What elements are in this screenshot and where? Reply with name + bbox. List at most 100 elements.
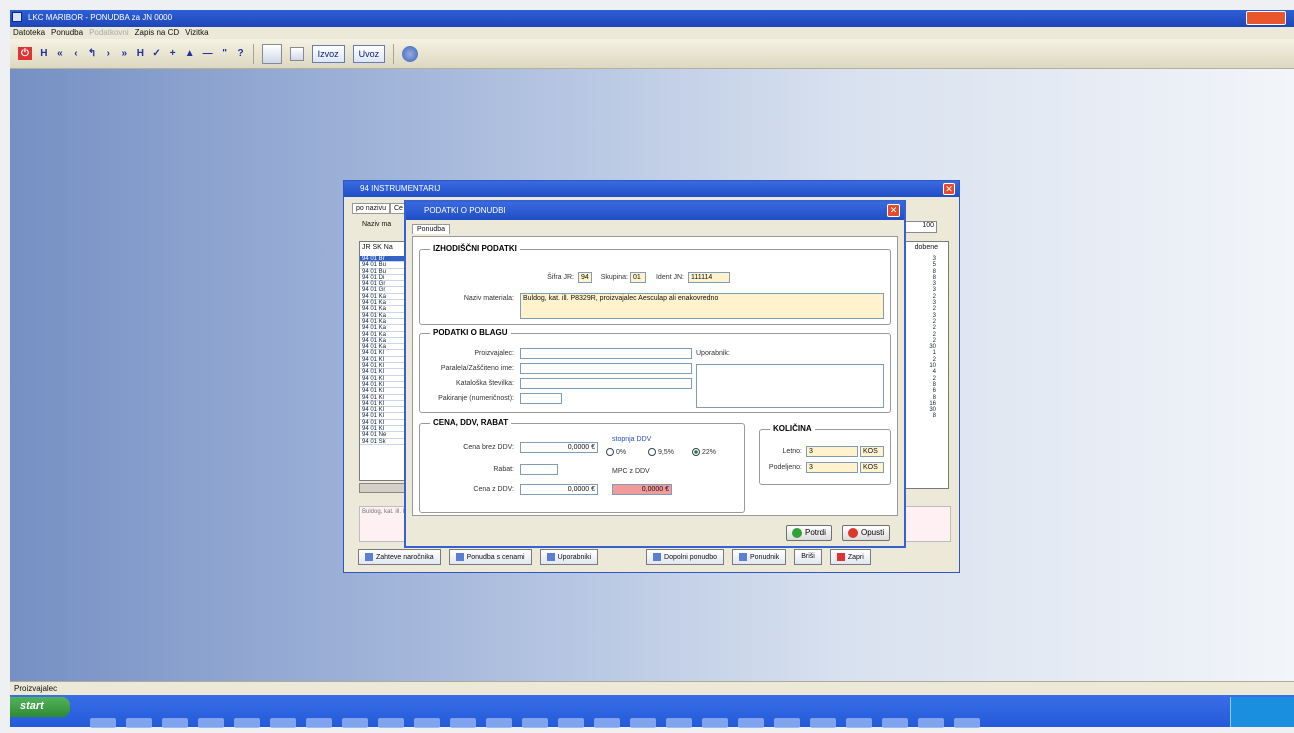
ident-field[interactable]: 111114 xyxy=(688,272,730,283)
window-controls[interactable] xyxy=(1246,11,1286,25)
material-field[interactable]: Buldog, kat. ill. P8329R, proizvajalec A… xyxy=(520,293,884,319)
vat-0-label: 0% xyxy=(616,448,627,456)
menu-zapis-na-cd[interactable]: Zapis na CD xyxy=(135,28,179,38)
jr-field[interactable]: 94 xyxy=(578,272,592,283)
taskbar-item[interactable] xyxy=(414,718,440,728)
taskbar-item[interactable] xyxy=(846,718,872,728)
priced-offer-button[interactable]: Ponudba s cenami xyxy=(448,549,532,565)
list-buttons: Zahteve naročnika Ponudba s cenami Upora… xyxy=(358,549,871,565)
first-record-icon[interactable]: H xyxy=(40,48,48,59)
spreadsheet-icon[interactable] xyxy=(261,43,282,64)
taskbar-item[interactable] xyxy=(774,718,800,728)
quote-icon[interactable]: " xyxy=(221,48,229,59)
users-label: Uporabnik: xyxy=(696,350,730,357)
menu-vizitka[interactable]: Vizitka xyxy=(185,28,208,38)
undo-icon[interactable]: ↰ xyxy=(88,48,96,59)
taskbar-item[interactable] xyxy=(198,718,224,728)
mpc-label: MPC z DDV xyxy=(612,468,650,475)
check-icon[interactable]: ✓ xyxy=(152,48,160,59)
users-button[interactable]: Uporabniki xyxy=(539,549,599,565)
taskbar-item[interactable] xyxy=(342,718,368,728)
remove-icon[interactable]: — xyxy=(203,48,213,59)
requirements-button[interactable]: Zahteve naročnika xyxy=(358,549,441,565)
menu-ponudba[interactable]: Ponudba xyxy=(51,28,83,38)
complete-offer-button[interactable]: Dopolni ponudbo xyxy=(646,549,724,565)
grid-navigation[interactable] xyxy=(359,483,407,493)
prev-icon[interactable]: ‹ xyxy=(72,48,80,59)
taskbar-item[interactable] xyxy=(882,718,908,728)
help-icon[interactable]: ? xyxy=(237,48,245,59)
cancel-button[interactable]: Opusti xyxy=(842,525,891,541)
group-field[interactable]: 01 xyxy=(630,272,646,283)
price-no-vat-field[interactable]: 0,0000 € xyxy=(520,442,598,453)
next-icon[interactable]: › xyxy=(104,48,112,59)
list-grid[interactable]: JR SK Na 94 01 Br 94 01 Bu 94 01 Bu 94 01 D… xyxy=(359,241,407,481)
taskbar-item[interactable] xyxy=(306,718,332,728)
vat-0-radio[interactable]: 0% xyxy=(606,448,626,456)
manufacturer-field[interactable] xyxy=(520,348,692,359)
taskbar-item[interactable] xyxy=(378,718,404,728)
brand-field[interactable] xyxy=(520,363,692,374)
taskbar-item[interactable] xyxy=(90,718,116,728)
app-title: LKC MARIBOR - PONUDBA za JN 0000 xyxy=(28,13,173,22)
right-column-header: dobene xyxy=(914,244,938,251)
close-button[interactable]: Zapri xyxy=(829,549,871,565)
menu-datoteka[interactable]: Datoteka xyxy=(13,28,45,38)
taskbar-item[interactable] xyxy=(918,718,944,728)
up-icon[interactable]: ▲ xyxy=(185,48,195,59)
delete-button[interactable]: Briši xyxy=(794,549,822,565)
statusbar: Proizvajalec xyxy=(10,681,1294,695)
export-button[interactable]: Izvoz xyxy=(311,44,345,63)
list-window-titlebar: 94 INSTRUMENTARIJ xyxy=(344,181,959,197)
source-data-title: IZHODIŠČNI PODATKI xyxy=(430,244,520,253)
bidder-button[interactable]: Ponudnik xyxy=(731,549,787,565)
awarded-field[interactable]: 3 xyxy=(806,462,858,473)
taskbar-item[interactable] xyxy=(810,718,836,728)
vat-9-5-radio[interactable]: 9,5% xyxy=(648,448,674,456)
vat-22-radio[interactable]: 22% xyxy=(692,448,716,456)
import-button[interactable]: Uvoz xyxy=(352,44,386,63)
taskbar-item[interactable] xyxy=(558,718,584,728)
taskbar-item[interactable] xyxy=(522,718,548,728)
right-search-input[interactable]: 100 xyxy=(901,221,937,233)
taskbar-item[interactable] xyxy=(234,718,260,728)
taskbar-item[interactable] xyxy=(702,718,728,728)
taskbar-item[interactable] xyxy=(270,718,296,728)
users-field[interactable] xyxy=(696,364,884,408)
network-icon[interactable] xyxy=(402,45,419,62)
taskbar-item[interactable] xyxy=(486,718,512,728)
catalog-field[interactable] xyxy=(520,378,692,389)
table-row[interactable]: 94 01 Sk xyxy=(360,439,406,445)
annual-field[interactable]: 3 xyxy=(806,446,858,457)
taskbar-item[interactable] xyxy=(162,718,188,728)
save-disk-icon[interactable] xyxy=(289,46,304,61)
taskbar-item[interactable] xyxy=(126,718,152,728)
taskbar-item[interactable] xyxy=(630,718,656,728)
taskbar-item[interactable] xyxy=(594,718,620,728)
fast-back-icon[interactable]: « xyxy=(56,48,64,59)
discount-field[interactable] xyxy=(520,464,558,475)
packaging-label: Pakiranje (numeričnost): xyxy=(438,395,514,402)
close-icon[interactable]: ✕ xyxy=(887,204,900,217)
vat-22-label: 22% xyxy=(702,448,717,456)
power-icon[interactable]: ⏻ xyxy=(18,47,32,60)
add-icon[interactable]: + xyxy=(169,48,177,59)
close-icon[interactable]: ✕ xyxy=(943,183,955,195)
right-column[interactable]: dobene 3 5 8 8 3 3 2 3 2 3 2 2 2 2 30 1 2 10 4 2 8 6 8 16 30 8 xyxy=(901,241,949,489)
menu-podatkovni[interactable]: Podatkovni xyxy=(89,28,129,38)
packaging-field[interactable] xyxy=(520,393,562,404)
last-record-icon[interactable]: H xyxy=(136,48,144,59)
taskbar-item[interactable] xyxy=(738,718,764,728)
list-search-label: Naziv ma xyxy=(362,221,392,228)
tab-ponudba[interactable]: Ponudba xyxy=(412,224,451,234)
start-button[interactable]: start xyxy=(10,697,70,717)
taskbar-item[interactable] xyxy=(954,718,980,728)
fast-forward-icon[interactable]: » xyxy=(120,48,128,59)
save-button[interactable]: Potrdi xyxy=(786,525,832,541)
taskbar-items xyxy=(90,718,980,728)
price-with-vat-field[interactable]: 0,0000 € xyxy=(520,484,598,495)
taskbar-item[interactable] xyxy=(450,718,476,728)
edit-icon xyxy=(653,553,662,561)
tab-po-nazivu[interactable]: po nazivu xyxy=(352,203,390,214)
taskbar-item[interactable] xyxy=(666,718,692,728)
